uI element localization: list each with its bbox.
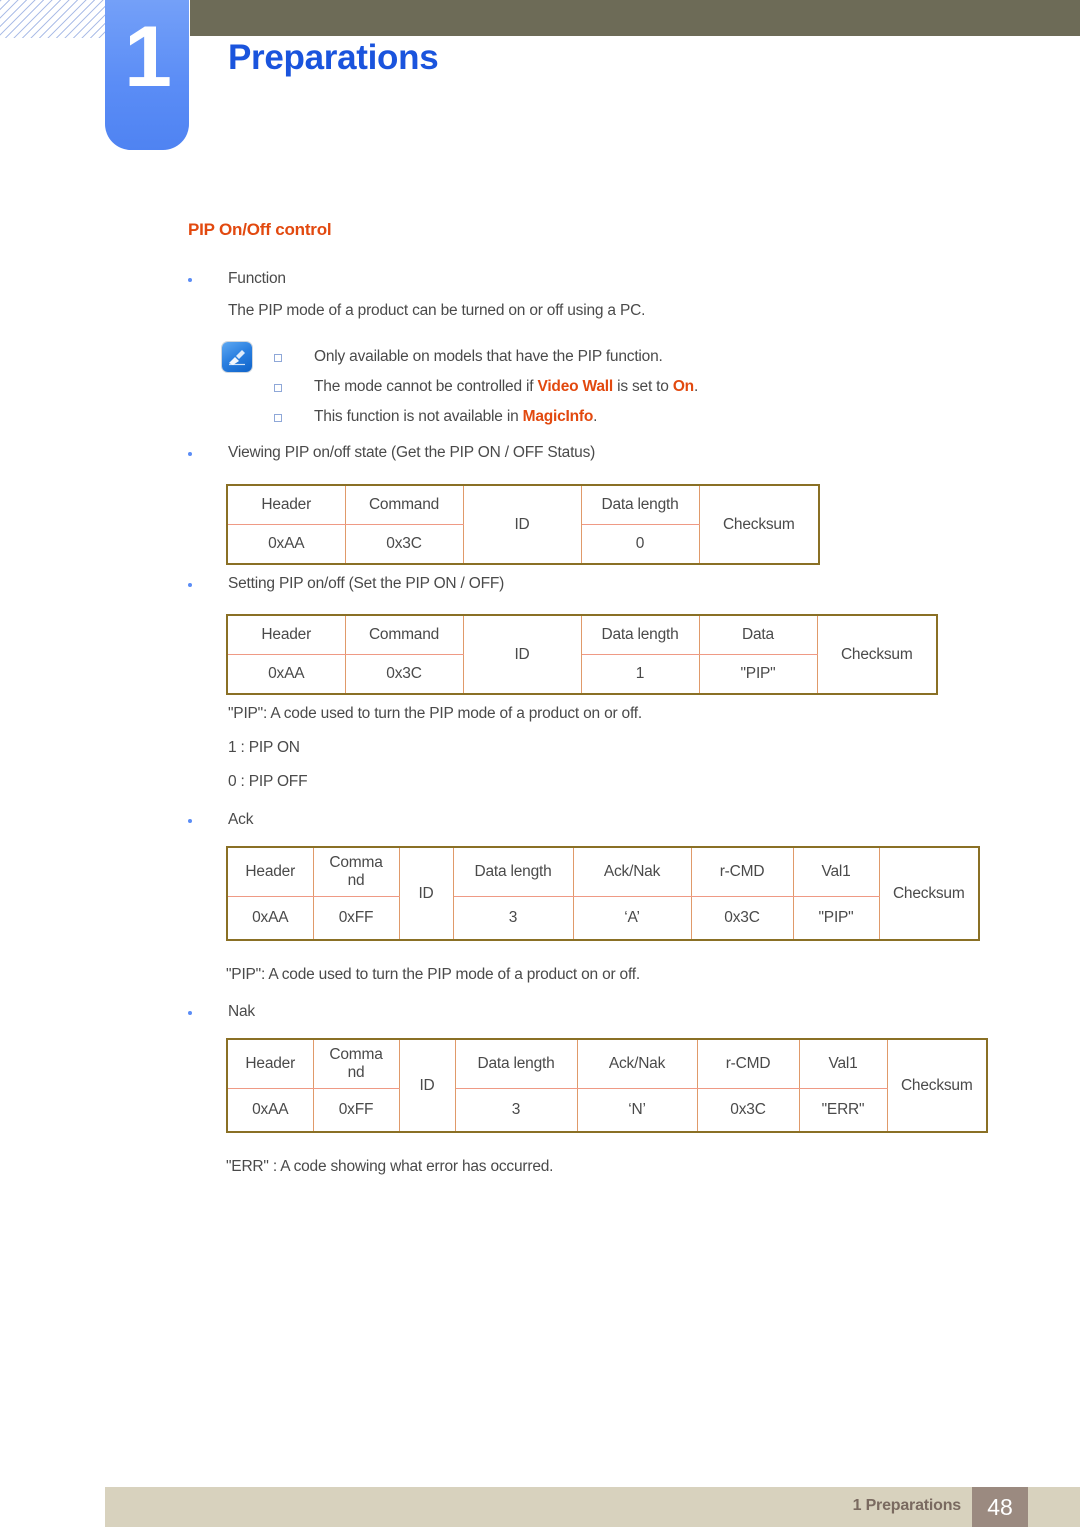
note-item-text: The mode cannot be controlled if Video W… <box>314 378 699 395</box>
table-row: Header Command ID Data length Checksum <box>226 484 820 565</box>
table-value-cell: 0xAA <box>226 1088 314 1133</box>
table-header-cell: Data <box>698 614 818 655</box>
table-header-cell: Header <box>226 846 314 897</box>
note-block: Only available on models that have the P… <box>222 342 842 432</box>
bullet-viewing-status: Viewing PIP on/off state (Get the PIP ON… <box>188 444 595 462</box>
table-header-cell: Header <box>226 1038 314 1089</box>
table-value-cell: ‘N’ <box>576 1088 698 1133</box>
page-header: 1 Preparations <box>0 0 1080 160</box>
note-square-icon <box>274 414 282 422</box>
table-cell-id: ID <box>462 484 582 565</box>
function-description: The PIP mode of a product can be turned … <box>228 302 646 319</box>
table-value-cell: "ERR" <box>798 1088 888 1133</box>
table-value-cell: 3 <box>452 896 574 941</box>
table-value-cell: "PIP" <box>792 896 880 941</box>
table-value-cell: 0 <box>580 524 700 565</box>
table-header-cell-command: Comma nd <box>312 1038 400 1089</box>
table-value-cell: 1 <box>580 654 700 695</box>
chapter-number: 1 <box>124 9 172 105</box>
note-item: This function is not available in MagicI… <box>274 402 842 432</box>
note-item: The mode cannot be controlled if Video W… <box>274 372 842 402</box>
table-nak: Header Comma nd ID Data length Ack/Nak r-… <box>226 1038 988 1133</box>
pip-on-note: 1 : PIP ON <box>228 739 300 756</box>
bullet-dot-icon <box>188 452 192 456</box>
bullet-dot-icon <box>188 819 192 823</box>
table-value-cell: "PIP" <box>698 654 818 695</box>
table-value-cell: 3 <box>454 1088 578 1133</box>
table-cell-id: ID <box>398 1038 456 1133</box>
table-value-cell: 0xFF <box>312 1088 400 1133</box>
footer-page-number: 48 <box>972 1487 1028 1527</box>
table-header-cell: Data length <box>454 1038 578 1089</box>
table-header-cell: Header <box>226 614 346 655</box>
pip-code-note-1: "PIP": A code used to turn the PIP mode … <box>228 705 643 722</box>
err-code-note: "ERR" : A code showing what error has oc… <box>226 1158 554 1175</box>
table-row: Header Comma nd ID Data length Ack/Nak r-… <box>226 1038 988 1133</box>
pip-off-note: 0 : PIP OFF <box>228 773 308 790</box>
table-value-cell: 0xAA <box>226 654 346 695</box>
pip-code-note-2: "PIP": A code used to turn the PIP mode … <box>226 966 641 983</box>
note-item: Only available on models that have the P… <box>274 342 842 372</box>
header-olive-bar <box>190 0 1080 36</box>
table-row: Header Command ID Data length Data Check… <box>226 614 938 695</box>
bullet-viewing-label: Viewing PIP on/off state (Get the PIP ON… <box>228 444 596 461</box>
table-row: 0xAA 0xFF 3 ‘A’ 0x3C "PIP" <box>226 896 979 941</box>
footer-chapter-label: 1 Preparations <box>852 1497 962 1514</box>
table-cell-checksum: Checksum <box>698 484 820 565</box>
table-header-cell: Header <box>226 484 346 525</box>
bullet-nak: Nak <box>188 1003 255 1021</box>
bullet-function: Function <box>188 270 286 288</box>
note-list: Only available on models that have the P… <box>274 342 842 432</box>
table-value-cell: 0x3C <box>344 524 464 565</box>
table-value-cell: 0xAA <box>226 524 346 565</box>
note-pen-icon <box>222 342 252 372</box>
table-header-cell: Ack/Nak <box>572 846 692 897</box>
hatch-decoration <box>0 0 108 38</box>
bullet-function-label: Function <box>228 270 286 287</box>
table-cell-checksum: Checksum <box>886 1038 988 1133</box>
table-header-cell: Data length <box>580 614 700 655</box>
table-value-cell: 0x3C <box>696 1088 800 1133</box>
bullet-ack: Ack <box>188 811 253 829</box>
table-header-cell: r-CMD <box>690 846 794 897</box>
bullet-setting-label: Setting PIP on/off (Set the PIP ON / OFF… <box>228 575 505 592</box>
table-value-cell: ‘A’ <box>572 896 692 941</box>
table-get-status: Header Command ID Data length Checksum 0… <box>226 484 820 565</box>
note-square-icon <box>274 354 282 362</box>
section-heading: PIP On/Off control <box>188 220 332 239</box>
bullet-nak-label: Nak <box>228 1003 255 1020</box>
table-header-cell: Data length <box>452 846 574 897</box>
bullet-ack-label: Ack <box>228 811 254 828</box>
table-header-cell: r-CMD <box>696 1038 800 1089</box>
table-header-cell: Command <box>344 484 464 525</box>
table-value-cell: 0x3C <box>690 896 794 941</box>
table-cell-id: ID <box>462 614 582 695</box>
table-cell-checksum: Checksum <box>816 614 938 695</box>
chapter-tab: 1 <box>105 0 189 150</box>
table-value-cell: 0xFF <box>312 896 400 941</box>
note-item-text: This function is not available in MagicI… <box>314 408 598 425</box>
page-title: Preparations <box>228 38 439 77</box>
note-square-icon <box>274 384 282 392</box>
bullet-setting-status: Setting PIP on/off (Set the PIP ON / OFF… <box>188 575 504 593</box>
table-cell-id: ID <box>398 846 454 941</box>
table-row: 0xAA 0xFF 3 ‘N’ 0x3C "ERR" <box>226 1088 987 1133</box>
table-value-cell: 0xAA <box>226 896 314 941</box>
table-value-cell: 0x3C <box>344 654 464 695</box>
table-header-cell: Val1 <box>792 846 880 897</box>
bullet-dot-icon <box>188 1011 192 1015</box>
table-set-status: Header Command ID Data length Data Check… <box>226 614 938 695</box>
note-item-text: Only available on models that have the P… <box>314 348 663 365</box>
table-header-cell: Command <box>344 614 464 655</box>
table-header-cell-command: Comma nd <box>312 846 400 897</box>
table-header-cell: Data length <box>580 484 700 525</box>
table-ack: Header Comma nd ID Data length Ack/Nak r-… <box>226 846 980 941</box>
table-header-cell: Val1 <box>798 1038 888 1089</box>
table-row: Header Comma nd ID Data length Ack/Nak r-… <box>226 846 980 941</box>
bullet-dot-icon <box>188 278 192 282</box>
table-cell-checksum: Checksum <box>878 846 980 941</box>
table-header-cell: Ack/Nak <box>576 1038 698 1089</box>
bullet-dot-icon <box>188 583 192 587</box>
